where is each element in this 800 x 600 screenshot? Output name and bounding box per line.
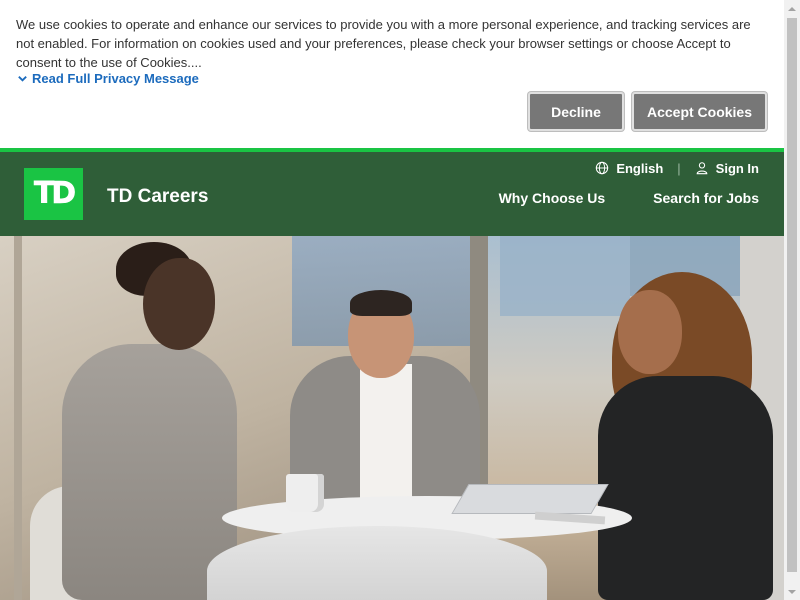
vertical-scrollbar[interactable] (784, 0, 800, 600)
decline-button[interactable]: Decline (528, 92, 624, 131)
person-middle-shirt (360, 364, 412, 514)
person-left-head (143, 258, 215, 350)
utility-separator: | (677, 160, 681, 176)
person-right-head (618, 290, 682, 374)
scroll-thumb[interactable] (787, 18, 797, 572)
hero-image (0, 236, 784, 600)
brand-title[interactable]: TD Careers (107, 186, 208, 208)
user-icon (696, 162, 707, 175)
mug (286, 474, 324, 512)
sign-in-link[interactable]: Sign In (695, 161, 759, 176)
sign-in-label: Sign In (715, 160, 759, 176)
utility-nav: English | Sign In (595, 159, 759, 177)
chevron-down-icon (18, 76, 27, 82)
nav-search-for-jobs[interactable]: Search for Jobs (653, 190, 759, 206)
person-middle-hair (350, 290, 412, 316)
language-selector[interactable]: English (595, 161, 663, 176)
laptop (451, 484, 609, 514)
building-background (500, 236, 630, 316)
site-header: TD TD Careers English | Sign In Why Choo… (0, 152, 784, 236)
logo-text: TD (33, 176, 77, 211)
language-label: English (616, 160, 664, 176)
person-right (598, 376, 773, 600)
cookie-message: We use cookies to operate and enhance ou… (16, 17, 751, 70)
td-logo[interactable]: TD (24, 168, 83, 220)
read-privacy-label: Read Full Privacy Message (32, 71, 199, 86)
window-frame (14, 236, 22, 600)
globe-icon (596, 161, 609, 175)
scroll-up-arrow-icon[interactable] (784, 0, 800, 17)
scroll-down-arrow-icon[interactable] (784, 583, 800, 600)
nav-why-choose-us[interactable]: Why Choose Us (499, 190, 606, 206)
main-nav: Why Choose Us Search for Jobs (499, 190, 759, 206)
accept-cookies-button[interactable]: Accept Cookies (632, 92, 767, 131)
read-privacy-link[interactable]: Read Full Privacy Message (17, 71, 199, 86)
cookie-banner: We use cookies to operate and enhance ou… (0, 0, 784, 148)
